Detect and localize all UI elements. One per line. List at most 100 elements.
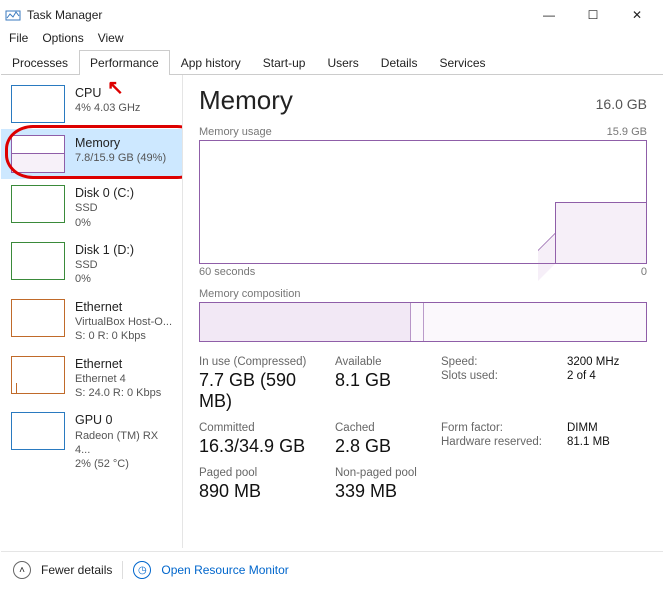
window-controls: ― ☐ ✕: [527, 1, 659, 29]
hw-label: Hardware reserved:: [441, 436, 561, 465]
menu-options[interactable]: Options: [42, 31, 83, 45]
graph-fill: [555, 202, 646, 263]
eth1-thumb: [11, 299, 65, 337]
sidebar-text: Ethernet VirtualBox Host-O... S: 0 R: 0 …: [75, 299, 172, 344]
usage-max: 15.9 GB: [607, 126, 647, 138]
slots-label: Slots used:: [441, 370, 561, 420]
page-title: Memory: [199, 85, 293, 116]
tab-services[interactable]: Services: [428, 50, 496, 75]
task-manager-window: Task Manager ― ☐ ✕ File Options View Pro…: [0, 0, 664, 589]
tab-users[interactable]: Users: [316, 50, 369, 75]
sidebar-label: Ethernet: [75, 299, 172, 315]
graph-axis: 60 seconds 0: [199, 266, 647, 278]
footer: ˄ Fewer details ◷ Open Resource Monitor: [1, 551, 663, 588]
tab-details[interactable]: Details: [370, 50, 429, 75]
fewer-details-link[interactable]: Fewer details: [41, 563, 112, 577]
in-use-label: In use (Compressed): [199, 356, 329, 368]
in-use-value: 7.7 GB (590 MB): [199, 370, 329, 412]
cached-value: 2.8 GB: [335, 436, 435, 457]
sidebar-item-memory[interactable]: Memory 7.8/15.9 GB (49%): [1, 129, 182, 179]
sidebar-sub: VirtualBox Host-O...: [75, 315, 172, 329]
axis-left: 60 seconds: [199, 266, 255, 278]
chevron-up-icon[interactable]: ˄: [13, 561, 31, 579]
sidebar-sub2: S: 0 R: 0 Kbps: [75, 329, 172, 343]
menubar: File Options View: [1, 29, 663, 47]
sidebar-text: Memory 7.8/15.9 GB (49%): [75, 135, 166, 166]
sidebar-item-ethernet-1[interactable]: Ethernet VirtualBox Host-O... S: 0 R: 0 …: [1, 293, 182, 350]
menu-view[interactable]: View: [98, 31, 124, 45]
open-resource-monitor-link[interactable]: Open Resource Monitor: [161, 563, 288, 577]
stats-grid: In use (Compressed) Available Speed: 320…: [199, 356, 647, 510]
performance-sidebar: CPU 4% 4.03 GHz Memory 7.8/15.9 GB (49%)…: [1, 75, 183, 548]
cached-label: Cached: [335, 422, 435, 434]
form-label: Form factor:: [441, 422, 561, 434]
sidebar-item-ethernet-2[interactable]: Ethernet Ethernet 4 S: 24.0 R: 0 Kbps: [1, 350, 182, 407]
window-title: Task Manager: [27, 8, 527, 22]
available-value: 8.1 GB: [335, 370, 435, 412]
cpu-thumb: [11, 85, 65, 123]
menu-file[interactable]: File: [9, 31, 28, 45]
close-button[interactable]: ✕: [615, 1, 659, 29]
sidebar-item-gpu[interactable]: GPU 0 Radeon (TM) RX 4... 2% (52 °C): [1, 406, 182, 477]
tab-performance[interactable]: Performance: [79, 50, 170, 75]
main-panel: Memory 16.0 GB Memory usage 15.9 GB 60 s…: [183, 75, 663, 548]
hw-value: 81.1 MB: [567, 436, 647, 465]
memory-composition-bar: [199, 302, 647, 342]
axis-right: 0: [641, 266, 647, 278]
eth2-thumb: [11, 356, 65, 394]
form-value: DIMM: [567, 422, 647, 434]
sidebar-sub2: 0%: [75, 272, 134, 286]
tab-processes[interactable]: Processes: [1, 50, 79, 75]
memory-usage-graph: [199, 140, 647, 264]
gpu-thumb: [11, 412, 65, 450]
sidebar-label: Disk 1 (D:): [75, 242, 134, 258]
speed-value: 3200 MHz: [567, 356, 647, 368]
committed-label: Committed: [199, 422, 329, 434]
separator: [122, 561, 123, 579]
sidebar-label: Ethernet: [75, 356, 161, 372]
sidebar-sub2: S: 24.0 R: 0 Kbps: [75, 386, 161, 400]
sidebar-sub: 4% 4.03 GHz: [75, 101, 140, 115]
sidebar-sub: Ethernet 4: [75, 372, 161, 386]
sidebar-item-disk0[interactable]: Disk 0 (C:) SSD 0%: [1, 179, 182, 236]
sidebar-text: Disk 0 (C:) SSD 0%: [75, 185, 134, 230]
disk0-thumb: [11, 185, 65, 223]
main-header: Memory 16.0 GB: [199, 85, 647, 116]
sidebar-sub2: 0%: [75, 216, 134, 230]
body: CPU 4% 4.03 GHz Memory 7.8/15.9 GB (49%)…: [1, 75, 663, 548]
sidebar-label: CPU: [75, 85, 140, 101]
nonpaged-value: 339 MB: [335, 481, 435, 502]
sidebar-label: Memory: [75, 135, 166, 151]
tab-startup[interactable]: Start-up: [252, 50, 317, 75]
disk1-thumb: [11, 242, 65, 280]
maximize-button[interactable]: ☐: [571, 1, 615, 29]
titlebar: Task Manager ― ☐ ✕: [1, 1, 663, 29]
sidebar-item-disk1[interactable]: Disk 1 (D:) SSD 0%: [1, 236, 182, 293]
sidebar-sub: 7.8/15.9 GB (49%): [75, 151, 166, 165]
memory-capacity: 16.0 GB: [596, 96, 647, 112]
sidebar-item-cpu[interactable]: CPU 4% 4.03 GHz: [1, 79, 182, 129]
usage-label: Memory usage: [199, 126, 272, 138]
comp-seg-inuse: [200, 303, 411, 341]
sidebar-text: CPU 4% 4.03 GHz: [75, 85, 140, 116]
tab-strip: Processes Performance App history Start-…: [1, 49, 663, 75]
sidebar-label: GPU 0: [75, 412, 172, 428]
speed-label: Speed:: [441, 356, 561, 368]
comp-seg-mod: [410, 303, 424, 341]
app-icon: [5, 7, 21, 23]
memory-thumb: [11, 135, 65, 173]
slots-value: 2 of 4: [567, 370, 647, 420]
sidebar-text: GPU 0 Radeon (TM) RX 4... 2% (52 °C): [75, 412, 172, 471]
available-label: Available: [335, 356, 435, 368]
minimize-button[interactable]: ―: [527, 1, 571, 29]
paged-value: 890 MB: [199, 481, 329, 502]
sidebar-sub: Radeon (TM) RX 4...: [75, 429, 172, 458]
nonpaged-label: Non-paged pool: [335, 467, 435, 479]
sidebar-label: Disk 0 (C:): [75, 185, 134, 201]
composition-label: Memory composition: [199, 288, 647, 300]
usage-section-label: Memory usage 15.9 GB: [199, 126, 647, 138]
tab-app-history[interactable]: App history: [170, 50, 252, 75]
sidebar-sub: SSD: [75, 201, 134, 215]
sidebar-sub: SSD: [75, 258, 134, 272]
committed-value: 16.3/34.9 GB: [199, 436, 329, 457]
